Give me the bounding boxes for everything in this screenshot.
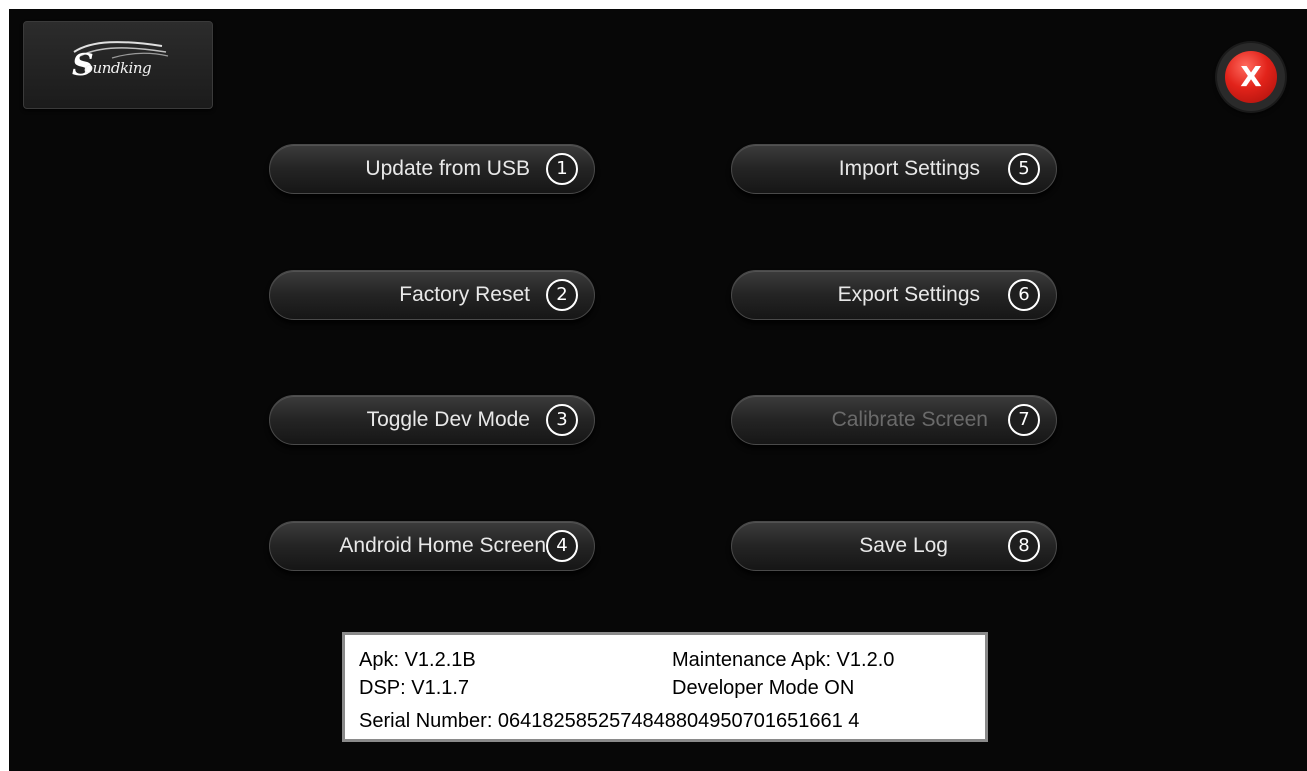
number-badge: 6 xyxy=(1008,279,1040,311)
maintenance-screen: S oundking X Update from USB 1 Factory R… xyxy=(9,9,1307,771)
button-label: Factory Reset xyxy=(399,283,530,306)
button-label: Import Settings xyxy=(838,157,980,180)
calibrate-screen-button[interactable]: Calibrate Screen 7 xyxy=(731,395,1057,445)
developer-mode-status: Developer Mode ON xyxy=(672,677,855,699)
dsp-version: DSP: V1.1.7 xyxy=(359,677,470,699)
logo-text: oundking xyxy=(84,59,152,77)
export-settings-button[interactable]: Export Settings 6 xyxy=(731,270,1057,320)
soundking-logo: S oundking xyxy=(23,21,213,109)
toggle-dev-mode-button[interactable]: Toggle Dev Mode 3 xyxy=(269,395,595,445)
update-from-usb-button[interactable]: Update from USB 1 xyxy=(269,144,595,194)
button-label: Android Home Screen xyxy=(339,534,546,557)
number-badge: 5 xyxy=(1008,153,1040,185)
button-label: Calibrate Screen xyxy=(831,408,988,431)
apk-version: Apk: V1.2.1B xyxy=(359,649,476,671)
button-label: Export Settings xyxy=(837,283,980,306)
number-badge: 7 xyxy=(1008,404,1040,436)
import-settings-button[interactable]: Import Settings 5 xyxy=(731,144,1057,194)
version-info-panel: Apk: V1.2.1B Maintenance Apk: V1.2.0 DSP… xyxy=(342,632,988,742)
serial-number: Serial Number: 0641825852574848804950701… xyxy=(359,710,860,732)
maintenance-apk-version: Maintenance Apk: V1.2.0 xyxy=(672,649,895,671)
button-label: Toggle Dev Mode xyxy=(366,408,530,431)
number-badge: 3 xyxy=(546,404,578,436)
save-log-button[interactable]: Save Log 8 xyxy=(731,521,1057,571)
close-button[interactable]: X xyxy=(1217,43,1285,111)
factory-reset-button[interactable]: Factory Reset 2 xyxy=(269,270,595,320)
number-badge: 2 xyxy=(546,279,578,311)
android-home-screen-button[interactable]: Android Home Screen 4 xyxy=(269,521,595,571)
close-icon: X xyxy=(1225,51,1277,103)
number-badge: 4 xyxy=(546,530,578,562)
number-badge: 1 xyxy=(546,153,578,185)
button-label: Update from USB xyxy=(365,157,530,180)
button-label: Save Log xyxy=(859,534,948,557)
number-badge: 8 xyxy=(1008,530,1040,562)
